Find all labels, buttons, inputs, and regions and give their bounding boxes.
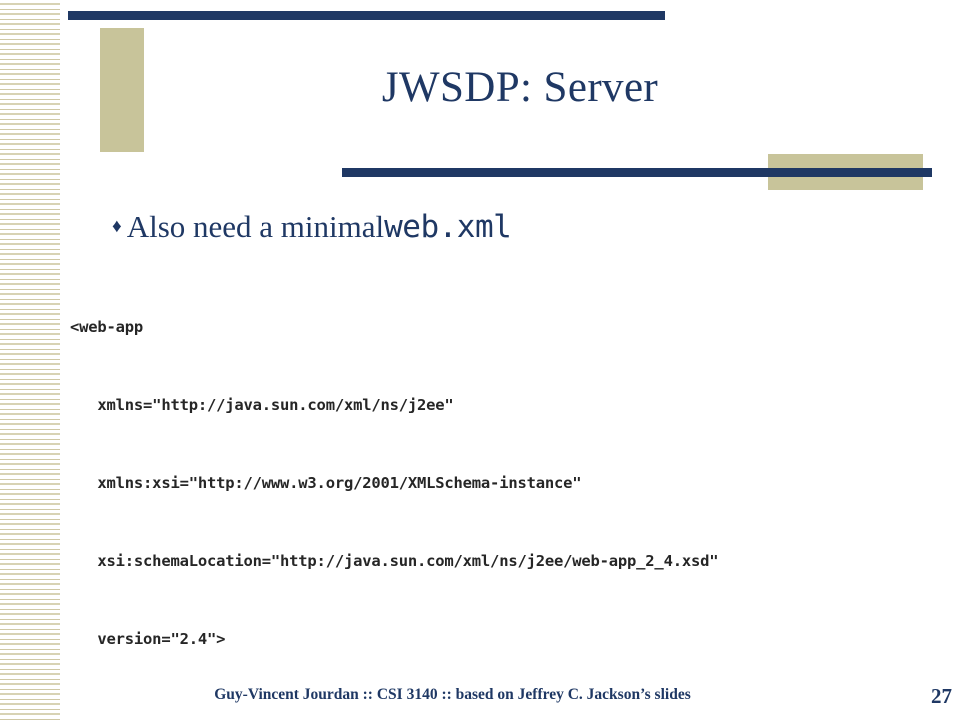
code-line: xmlns="http://java.sun.com/xml/ns/j2ee" — [70, 396, 454, 414]
footer-attribution: Guy-Vincent Jourdan :: CSI 3140 :: based… — [214, 686, 691, 703]
navy-rule-top — [68, 11, 665, 20]
code-listing: <web-app xmlns="http://java.sun.com/xml/… — [70, 262, 930, 720]
bullet-item: ♦ Also need a minimal web.xml — [112, 208, 512, 246]
page-number: 27 — [931, 684, 952, 708]
code-line: version="2.4"> — [70, 630, 226, 648]
navy-rule-middle — [342, 168, 932, 177]
bullet-text: Also need a minimal — [126, 209, 385, 244]
left-decorative-stripes — [0, 0, 68, 720]
khaki-accent-block-top — [100, 28, 144, 152]
page-title: JWSDP: Server — [381, 64, 659, 111]
diamond-bullet-icon: ♦ — [112, 216, 122, 237]
code-line: <web-app — [70, 318, 144, 336]
code-line: xsi:schemaLocation="http://java.sun.com/… — [70, 552, 719, 570]
left-stripe-edge — [60, 0, 68, 720]
slide: JWSDP: Server ♦ Also need a minimal web.… — [0, 0, 960, 720]
code-line: xmlns:xsi="http://www.w3.org/2001/XMLSch… — [70, 474, 582, 492]
slide-footer: Guy-Vincent Jourdan :: CSI 3140 :: based… — [0, 684, 960, 710]
bullet-code-literal: web.xml — [384, 209, 512, 245]
